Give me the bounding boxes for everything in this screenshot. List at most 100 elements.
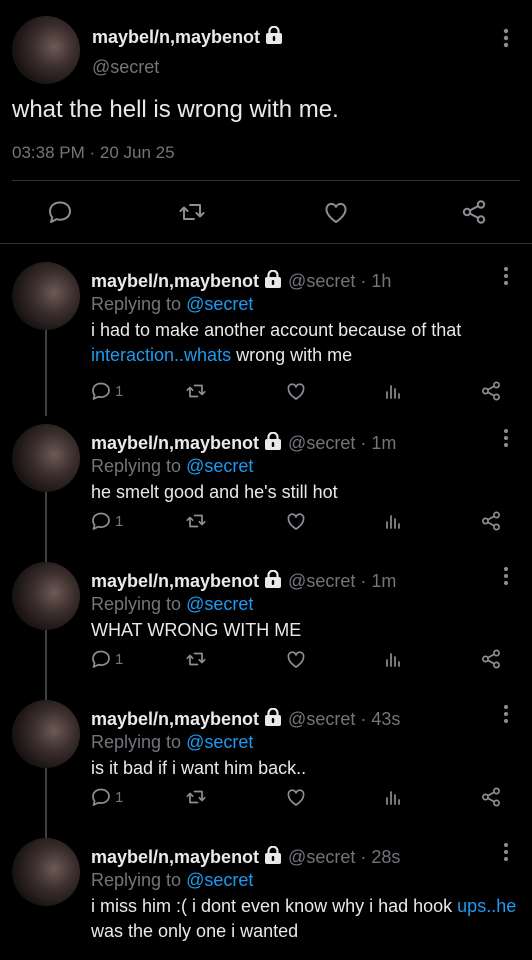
replying-to-handle[interactable]: @secret: [186, 732, 253, 752]
bar-chart-icon[interactable]: [382, 510, 404, 532]
display-name-text[interactable]: maybel/n,maybenot: [92, 27, 260, 47]
reply-text-body: i miss him :( i dont even know why i had…: [91, 896, 458, 916]
bar-chart-icon[interactable]: [382, 380, 404, 402]
reply-tweet[interactable]: maybel/n,maybenot @secret · 1h Replying t…: [0, 250, 532, 412]
retweet-icon[interactable]: [185, 786, 207, 808]
lock-icon: [266, 26, 283, 44]
share-icon[interactable]: [480, 648, 502, 670]
heart-icon[interactable]: [285, 648, 307, 670]
heart-icon[interactable]: [285, 380, 307, 402]
retweet-icon[interactable]: [185, 648, 207, 670]
bar-chart-icon[interactable]: [382, 786, 404, 808]
main-tweet: maybel/n,maybenot @secret what the hell …: [0, 0, 532, 244]
tweet-date: 20 Jun 25: [99, 143, 175, 162]
share-icon[interactable]: [480, 786, 502, 808]
handle[interactable]: @secret: [288, 847, 355, 867]
handle[interactable]: @secret: [288, 571, 355, 591]
handle[interactable]: @secret: [92, 57, 159, 78]
replying-to-label: Replying to: [91, 294, 187, 314]
retweet-icon[interactable]: [185, 380, 207, 402]
reply-icon[interactable]: [90, 380, 112, 402]
reply-header: maybel/n,maybenot @secret · 1h: [91, 270, 391, 292]
handle[interactable]: @secret: [288, 433, 355, 453]
reply-tweet[interactable]: maybel/n,maybenot @secret · 28s Replying …: [0, 826, 532, 960]
reply-tweet[interactable]: maybel/n,maybenot @secret · 1m Replying t…: [0, 550, 532, 688]
replying-to-handle[interactable]: @secret: [186, 870, 253, 890]
replying-to-label: Replying to: [91, 870, 187, 890]
share-icon[interactable]: [480, 380, 502, 402]
reply-header: maybel/n,maybenot @secret · 43s: [91, 708, 400, 730]
reply-text-rest: was the only one i wanted: [91, 921, 299, 941]
display-name[interactable]: maybel/n,maybenot: [91, 847, 259, 867]
reply-text-body: he smelt good and he's still hot: [91, 482, 338, 502]
display-name[interactable]: maybel/n,maybenot: [91, 433, 259, 453]
meta-separator: ·: [360, 709, 367, 729]
more-vertical-icon[interactable]: [496, 426, 516, 450]
avatar[interactable]: [12, 562, 80, 630]
heart-icon[interactable]: [285, 786, 307, 808]
reply-count: 1: [115, 789, 124, 806]
replying-to-label: Replying to: [91, 732, 187, 752]
reply-icon[interactable]: [46, 198, 74, 226]
reply-text-link[interactable]: ups..he: [457, 896, 516, 916]
meta-separator: ·: [360, 847, 367, 867]
reply-tweet[interactable]: maybel/n,maybenot @secret · 1m Replying t…: [0, 412, 532, 550]
avatar[interactable]: [12, 262, 80, 330]
lock-icon: [265, 270, 282, 288]
more-vertical-icon[interactable]: [496, 264, 516, 288]
reply-text-body: is it bad if i want him back..: [91, 758, 307, 778]
replying-to-label: Replying to: [91, 594, 187, 614]
replying-to: Replying to @secret: [91, 870, 253, 891]
reply-text-link[interactable]: interaction..whats: [91, 345, 231, 365]
display-name[interactable]: maybel/n,maybenot: [92, 26, 283, 48]
reply-icon[interactable]: [90, 648, 112, 670]
tweet-timestamp: 03:38 PM · 20 Jun 25: [12, 143, 175, 163]
replying-to-handle[interactable]: @secret: [186, 294, 253, 314]
reply-tweet[interactable]: maybel/n,maybenot @secret · 43s Replying …: [0, 688, 532, 826]
handle[interactable]: @secret: [288, 271, 355, 291]
more-vertical-icon[interactable]: [496, 702, 516, 726]
reply-text-rest: wrong with me: [231, 345, 353, 365]
avatar[interactable]: [12, 424, 80, 492]
meta-separator: ·: [360, 271, 367, 291]
handle[interactable]: @secret: [288, 709, 355, 729]
lock-icon: [265, 708, 282, 726]
reply-header: maybel/n,maybenot @secret · 28s: [91, 846, 400, 868]
retweet-icon[interactable]: [185, 510, 207, 532]
avatar[interactable]: [12, 16, 80, 84]
divider: [0, 243, 532, 244]
reply-count: 1: [115, 383, 124, 400]
heart-icon[interactable]: [285, 510, 307, 532]
replying-to: Replying to @secret: [91, 294, 253, 315]
more-vertical-icon[interactable]: [496, 840, 516, 864]
meta-separator: ·: [360, 571, 367, 591]
reply-icon[interactable]: [90, 786, 112, 808]
meta-separator: ·: [89, 143, 96, 162]
avatar[interactable]: [12, 700, 80, 768]
reply-header: maybel/n,maybenot @secret · 1m: [91, 432, 396, 454]
share-icon[interactable]: [460, 198, 488, 226]
avatar[interactable]: [12, 838, 80, 906]
display-name[interactable]: maybel/n,maybenot: [91, 271, 259, 291]
share-icon[interactable]: [480, 510, 502, 532]
reply-icon[interactable]: [90, 510, 112, 532]
meta-separator: ·: [360, 433, 367, 453]
lock-icon: [265, 846, 282, 864]
reply-count: 1: [115, 513, 124, 530]
display-name[interactable]: maybel/n,maybenot: [91, 571, 259, 591]
more-vertical-icon[interactable]: [496, 564, 516, 588]
divider: [12, 180, 520, 181]
heart-icon[interactable]: [322, 198, 350, 226]
replying-to: Replying to @secret: [91, 594, 253, 615]
replying-to-handle[interactable]: @secret: [186, 456, 253, 476]
reply-text-body: i had to make another account because of…: [91, 320, 462, 340]
retweet-icon[interactable]: [178, 198, 206, 226]
tweet-time: 03:38 PM: [12, 143, 85, 162]
reply-text-body: WHAT WRONG WITH ME: [91, 620, 302, 640]
reply-text: i had to make another account because of…: [91, 318, 521, 368]
reply-count: 1: [115, 651, 124, 668]
replying-to-handle[interactable]: @secret: [186, 594, 253, 614]
more-vertical-icon[interactable]: [496, 24, 516, 52]
bar-chart-icon[interactable]: [382, 648, 404, 670]
display-name[interactable]: maybel/n,maybenot: [91, 709, 259, 729]
